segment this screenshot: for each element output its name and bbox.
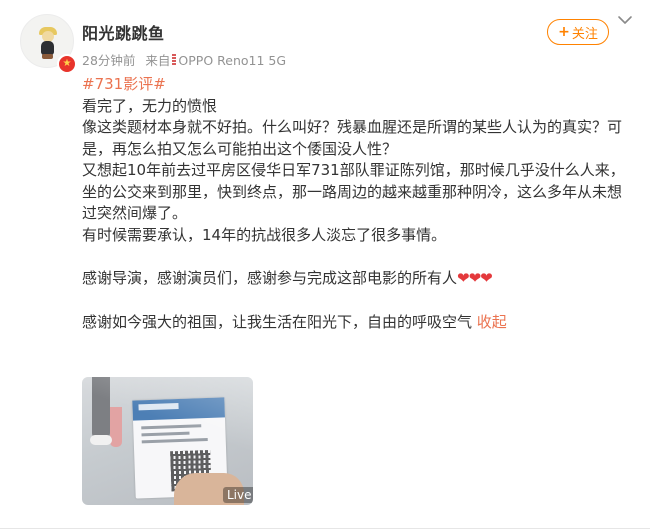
- weibo-post-card: ★ 阳光跳跳鱼 28分钟前 来自 OPPO Reno11 5G + 关注 #731影…: [0, 0, 650, 529]
- post-photo[interactable]: Live: [82, 377, 253, 505]
- follow-button[interactable]: + 关注: [547, 19, 609, 45]
- post-line-3: 又想起10年前去过平房区侵华日军731部队罪证陈列馆，那时候几乎没什么人来，坐的…: [82, 161, 625, 222]
- source-device: OPPO Reno11 5G: [178, 53, 287, 68]
- live-photo-badge: Live: [223, 487, 253, 503]
- post-content: #731影评# 看完了，无力的愤恨 像这类题材本身就不好拍。什么叫好？残暴血腥还…: [82, 74, 632, 333]
- closing-paragraph: 感谢如今强大的祖国，让我生活在阳光下，自由的呼吸空气 收起: [82, 312, 632, 334]
- verified-badge-icon: ★: [57, 54, 77, 74]
- topic-tag[interactable]: #731影评#: [82, 75, 166, 93]
- closing-text: 感谢如今强大的祖国，让我生活在阳光下，自由的呼吸空气: [82, 312, 473, 331]
- thanks-paragraph: 感谢导演，感谢演员们，感谢参与完成这部电影的所有人❤❤❤: [82, 268, 632, 290]
- heart-emojis: ❤❤❤: [457, 269, 493, 287]
- username[interactable]: 阳光跳跳鱼: [82, 20, 165, 44]
- post-line-1: 看完了，无力的愤恨: [82, 96, 218, 115]
- source-prefix: 来自: [145, 53, 171, 68]
- device-icon: [172, 54, 177, 66]
- user-avatar[interactable]: ★: [20, 14, 77, 74]
- plus-icon: +: [558, 24, 570, 40]
- follow-label: 关注: [571, 26, 598, 42]
- thanks-text: 感谢导演，感谢演员们，感谢参与完成这部电影的所有人: [82, 269, 458, 287]
- post-time[interactable]: 28分钟前: [82, 53, 135, 68]
- chevron-down-icon[interactable]: [617, 14, 633, 26]
- post-line-4: 有时候需要承认，14年的抗战很多人淡忘了很多事情。: [82, 225, 447, 244]
- collapse-link[interactable]: 收起: [477, 313, 507, 331]
- post-line-2: 像这类题材本身就不好拍。什么叫好？残暴血腥还是所谓的某些人认为的真实？可是，再怎…: [82, 118, 623, 158]
- post-meta: 28分钟前 来自 OPPO Reno11 5G: [82, 50, 286, 69]
